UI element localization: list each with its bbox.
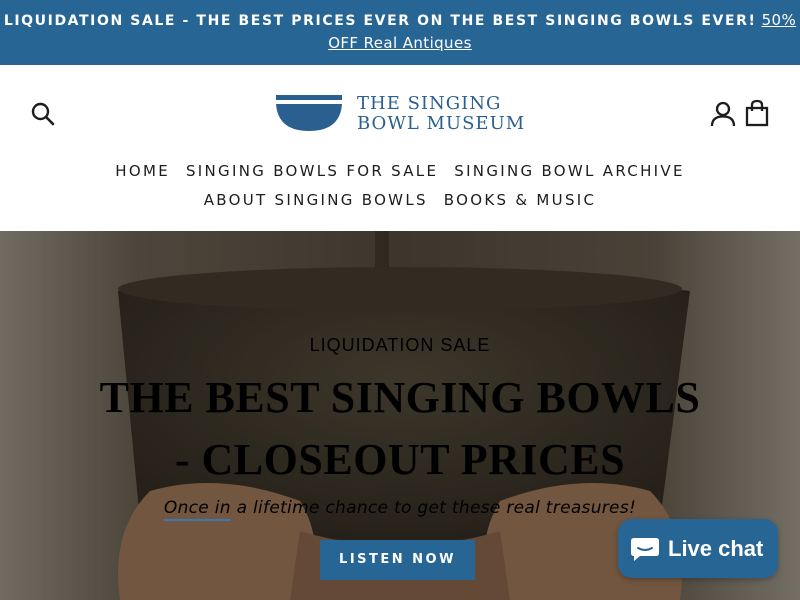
account-icon [710, 101, 736, 127]
hero-tagline-text: a lifetime chance to get these real trea… [230, 498, 637, 518]
nav-row: HOME SINGING BOWLS FOR SALE SINGING BOWL… [0, 157, 800, 186]
account-button[interactable] [709, 101, 737, 127]
logo-text-line2: BOWL MUSEUM [357, 113, 526, 134]
nav-item-books-and-music[interactable]: BOOKS & MUSIC [444, 186, 596, 215]
bowl-logo-icon [276, 95, 342, 131]
hero-tagline: Once in a lifetime chance to get these r… [0, 498, 800, 521]
hero-tagline-emphasis: Once in [163, 498, 231, 521]
live-chat-button[interactable]: Live chat [618, 519, 778, 578]
cart-button[interactable] [744, 99, 770, 127]
logo-text-line1: THE SINGING [357, 93, 502, 114]
site-header: THE SINGING BOWL MUSEUM HOME SINGING BOW… [0, 65, 800, 231]
search-button[interactable] [30, 101, 56, 127]
search-icon [31, 102, 55, 126]
nav-item-home[interactable]: HOME [115, 157, 170, 186]
site-logo[interactable]: THE SINGING BOWL MUSEUM [274, 93, 534, 135]
cart-icon [745, 99, 769, 127]
announcement-bar: LIQUIDATION SALE - THE BEST PRICES EVER … [0, 0, 800, 65]
listen-now-button[interactable]: LISTEN NOW [320, 540, 475, 580]
chat-bubble-icon [631, 538, 659, 561]
nav-item-singing-bowls-for-sale[interactable]: SINGING BOWLS FOR SALE [186, 157, 438, 186]
hero-title: THE BEST SINGING BOWLS - CLOSEOUT PRICES [99, 373, 701, 484]
nav-item-singing-bowl-archive[interactable]: SINGING BOWL ARCHIVE [454, 157, 684, 186]
nav-row: ABOUT SINGING BOWLS BOOKS & MUSIC [0, 186, 800, 215]
nav-item-about-singing-bowls[interactable]: ABOUT SINGING BOWLS [204, 186, 428, 215]
announcement-text: LIQUIDATION SALE - THE BEST PRICES EVER … [3, 13, 757, 29]
live-chat-label: Live chat [668, 536, 764, 561]
main-navigation: HOME SINGING BOWLS FOR SALE SINGING BOWL… [0, 157, 800, 215]
hero-subheading: LIQUIDATION SALE [309, 335, 491, 355]
